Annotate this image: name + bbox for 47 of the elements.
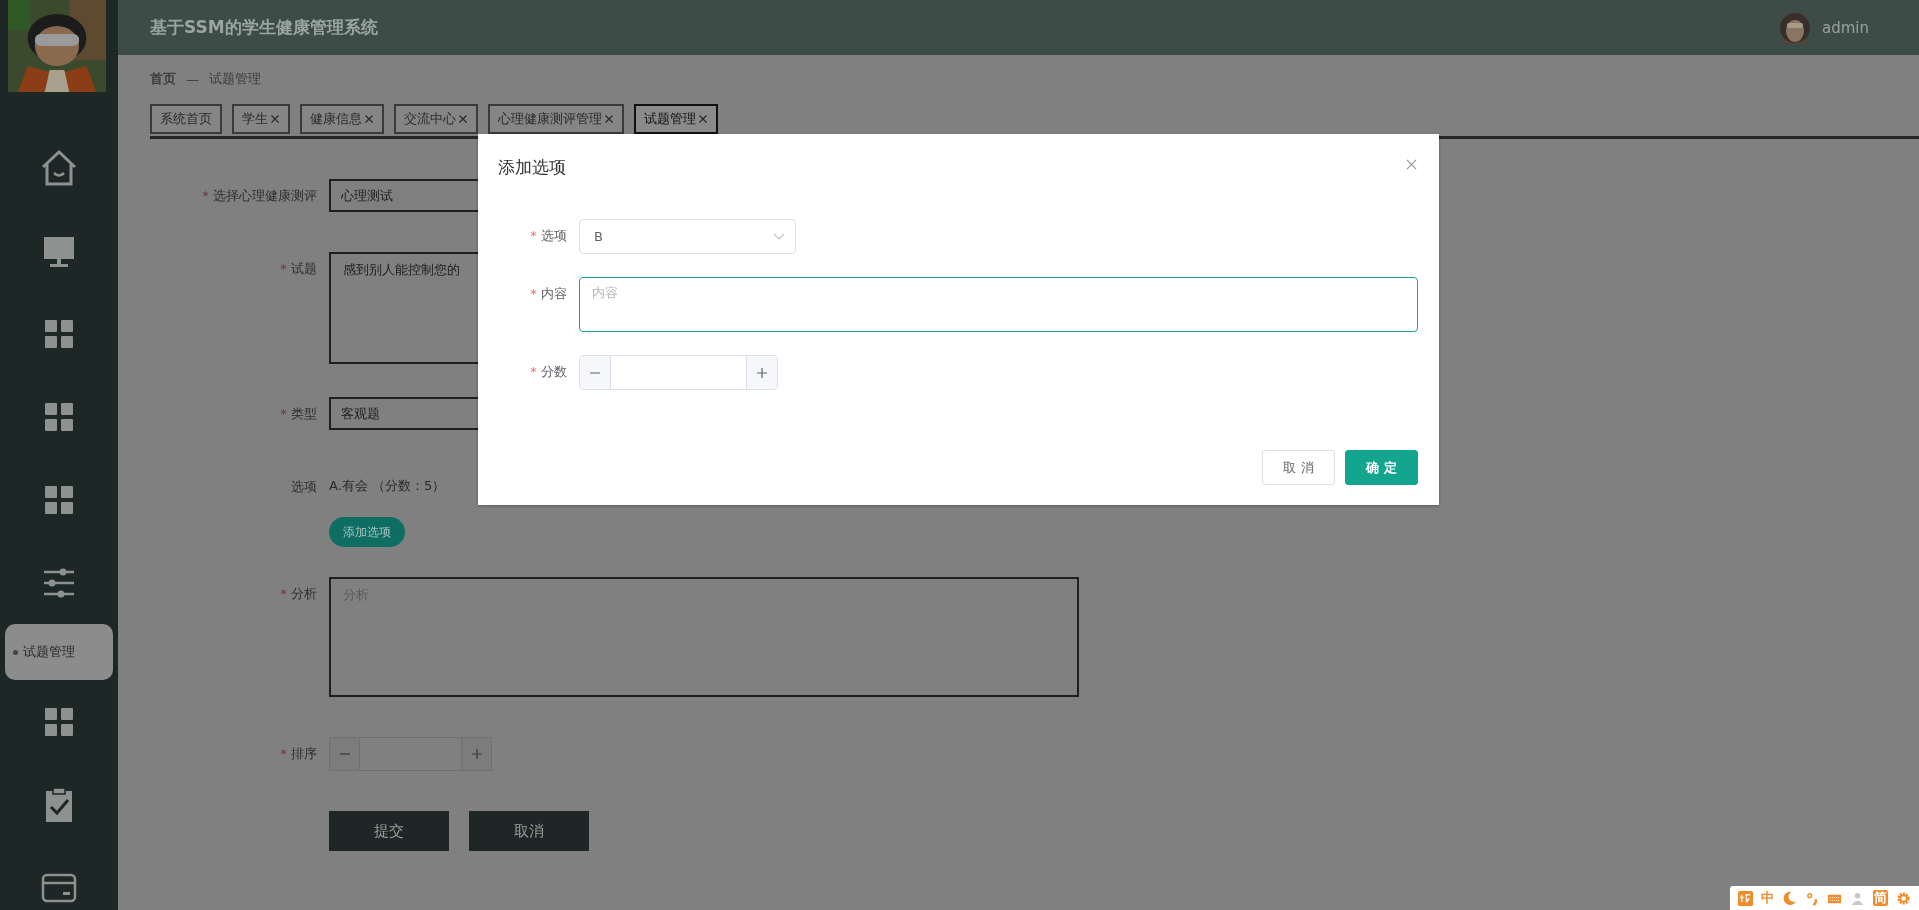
option-text: A.有会 （分数：5） xyxy=(329,477,446,495)
close-icon[interactable] xyxy=(458,114,468,124)
app-title: 基于SSM的学生健康管理系统 xyxy=(150,16,378,39)
field-label: * 类型 xyxy=(280,406,317,421)
close-icon[interactable] xyxy=(604,114,614,124)
field-label: * 分数 xyxy=(530,364,567,379)
script-toggle[interactable]: 简 xyxy=(1873,890,1889,906)
cancel-button[interactable]: 取消 xyxy=(469,811,589,851)
submenu-item[interactable]: 试题管理 xyxy=(5,624,113,680)
textarea-field[interactable]: 内容 xyxy=(579,277,1418,332)
close-icon[interactable] xyxy=(364,114,374,124)
submit-button[interactable]: 提交 xyxy=(329,811,449,851)
plus-icon[interactable] xyxy=(470,748,483,760)
moon-icon[interactable] xyxy=(1781,890,1797,906)
tab[interactable]: 心理健康测评管理 xyxy=(488,104,624,134)
number-input[interactable] xyxy=(329,737,492,771)
tab[interactable]: 健康信息 xyxy=(300,104,384,134)
dialog-title: 添加选项 xyxy=(498,156,566,179)
input-mode[interactable]: 中 xyxy=(1760,890,1774,906)
field-label: 选项 xyxy=(291,479,317,494)
field-label: * 分析 xyxy=(280,586,317,601)
breadcrumb-item: 试题管理 xyxy=(209,70,261,88)
field-label: * 内容 xyxy=(530,286,567,301)
tab[interactable]: 试题管理 xyxy=(634,104,718,134)
add-option-button[interactable]: 添加选项 xyxy=(329,517,405,547)
confirm-button[interactable]: 确 定 xyxy=(1345,450,1418,485)
user-name[interactable]: admin xyxy=(1822,18,1869,37)
punctuation-icon[interactable] xyxy=(1804,890,1820,906)
cancel-button[interactable]: 取 消 xyxy=(1262,450,1335,485)
field-label: * 选项 xyxy=(530,228,567,243)
tab[interactable]: 学生 xyxy=(232,104,290,134)
home-icon[interactable] xyxy=(39,147,79,188)
breadcrumb-separator: — xyxy=(186,71,199,87)
plus-icon[interactable] xyxy=(756,366,768,379)
logo-icon[interactable] xyxy=(1737,890,1753,906)
field-label: * 排序 xyxy=(280,746,317,761)
field-label: * 选择心理健康测评 xyxy=(202,188,317,203)
chevron-down-icon xyxy=(773,232,785,241)
field-label: * 试题 xyxy=(280,261,317,276)
close-icon[interactable] xyxy=(698,114,708,124)
settings-icon[interactable] xyxy=(1896,890,1912,906)
close-icon[interactable] xyxy=(270,114,280,124)
select-field[interactable]: B xyxy=(579,219,796,254)
breadcrumb-item[interactable]: 首页 xyxy=(150,70,176,88)
tab[interactable]: 交流中心 xyxy=(394,104,478,134)
close-icon[interactable] xyxy=(1406,159,1417,170)
tab[interactable]: 系统首页 xyxy=(150,104,222,134)
